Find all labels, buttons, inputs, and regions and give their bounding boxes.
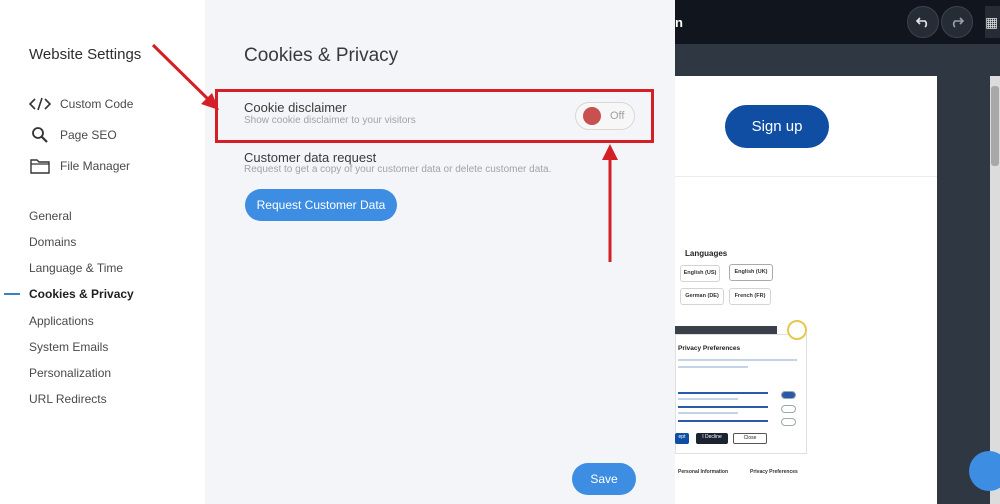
- editor-topbar: n ▦: [675, 0, 1000, 44]
- preview-page: Sign up Languages English (US) English (…: [675, 76, 937, 504]
- search-icon: [29, 126, 51, 144]
- redo-icon: [952, 17, 965, 28]
- footer-tab[interactable]: Privacy Preferences: [750, 469, 798, 475]
- privacy-toggle[interactable]: [781, 405, 796, 413]
- privacy-card-topbar: [675, 326, 777, 334]
- privacy-text-line: [678, 366, 748, 368]
- cookie-disclaimer-toggle[interactable]: Off: [575, 102, 635, 130]
- sidebar-item-personalization[interactable]: Personalization: [29, 366, 111, 380]
- sidebar-tool-label: File Manager: [60, 159, 131, 173]
- undo-icon: [915, 17, 928, 28]
- sidebar-item-domains[interactable]: Domains: [29, 235, 76, 249]
- sidebar-tool-file-manager[interactable]: File Manager: [29, 155, 130, 177]
- sidebar-tool-label: Custom Code: [60, 97, 134, 111]
- request-customer-data-button[interactable]: Request Customer Data: [245, 189, 397, 221]
- sidebar-item-cookies-privacy[interactable]: Cookies & Privacy: [29, 287, 134, 301]
- signup-button[interactable]: Sign up: [725, 105, 829, 148]
- preview-scrollbar[interactable]: [990, 76, 1000, 504]
- languages-title: Languages: [685, 249, 728, 258]
- privacy-card-circle: [787, 320, 807, 340]
- site-preview: n ▦ Sign up Languages English (US) Engli…: [675, 0, 1000, 504]
- privacy-accept-button[interactable]: ept: [675, 433, 689, 444]
- save-button[interactable]: Save: [572, 463, 636, 495]
- language-chip[interactable]: German (DE): [680, 288, 724, 305]
- sidebar-item-system-emails[interactable]: System Emails: [29, 340, 108, 354]
- language-chip[interactable]: English (UK): [729, 264, 773, 281]
- sidebar-tool-page-seo[interactable]: Page SEO: [29, 124, 117, 146]
- privacy-decline-button[interactable]: I Decline: [696, 433, 728, 444]
- sidebar-tool-custom-code[interactable]: Custom Code: [29, 93, 133, 115]
- privacy-option-line: [678, 406, 768, 408]
- privacy-option-line: [678, 412, 738, 414]
- privacy-text-line: [678, 359, 797, 361]
- divider: [675, 176, 937, 177]
- settings-sidebar: Website Settings Custom Code Page SEO Fi…: [0, 0, 205, 504]
- toggle-state-label: Off: [610, 110, 625, 122]
- qr-code-icon[interactable]: ▦: [985, 6, 1000, 38]
- customer-data-title: Customer data request: [244, 150, 377, 165]
- sidebar-item-url-redirects[interactable]: URL Redirects: [29, 392, 107, 406]
- privacy-toggle[interactable]: [781, 418, 796, 426]
- privacy-preferences-title: Privacy Preferences: [678, 345, 741, 352]
- scrollbar-thumb[interactable]: [991, 86, 999, 166]
- sidebar-title: Website Settings: [29, 46, 142, 63]
- toggle-knob: [583, 107, 601, 125]
- privacy-option-line: [678, 420, 768, 422]
- sidebar-tool-label: Page SEO: [60, 128, 117, 142]
- topbar-title-fragment: n: [675, 15, 683, 30]
- footer-tab[interactable]: Personal Information: [678, 469, 728, 475]
- page-title: Cookies & Privacy: [244, 45, 399, 66]
- active-indicator: [4, 293, 20, 295]
- undo-button[interactable]: [907, 6, 939, 38]
- sidebar-item-applications[interactable]: Applications: [29, 314, 94, 328]
- privacy-option-line: [678, 398, 738, 400]
- code-icon: [29, 95, 51, 113]
- folder-icon: [29, 157, 51, 175]
- privacy-option-line: [678, 392, 768, 394]
- language-chip[interactable]: English (US): [680, 265, 720, 282]
- cookie-disclaimer-title: Cookie disclaimer: [244, 100, 347, 115]
- privacy-close-button[interactable]: Close: [733, 433, 767, 444]
- chat-icon[interactable]: [969, 451, 1000, 491]
- privacy-toggle[interactable]: [781, 391, 796, 399]
- sidebar-item-general[interactable]: General: [29, 209, 72, 223]
- redo-button[interactable]: [941, 6, 973, 38]
- language-chip[interactable]: French (FR): [729, 288, 771, 305]
- customer-data-subtitle: Request to get a copy of your customer d…: [244, 164, 552, 175]
- cookies-privacy-panel: Cookies & Privacy Cookie disclaimer Show…: [205, 0, 675, 504]
- cookie-disclaimer-subtitle: Show cookie disclaimer to your visitors: [244, 115, 416, 126]
- sidebar-item-language-time[interactable]: Language & Time: [29, 261, 123, 275]
